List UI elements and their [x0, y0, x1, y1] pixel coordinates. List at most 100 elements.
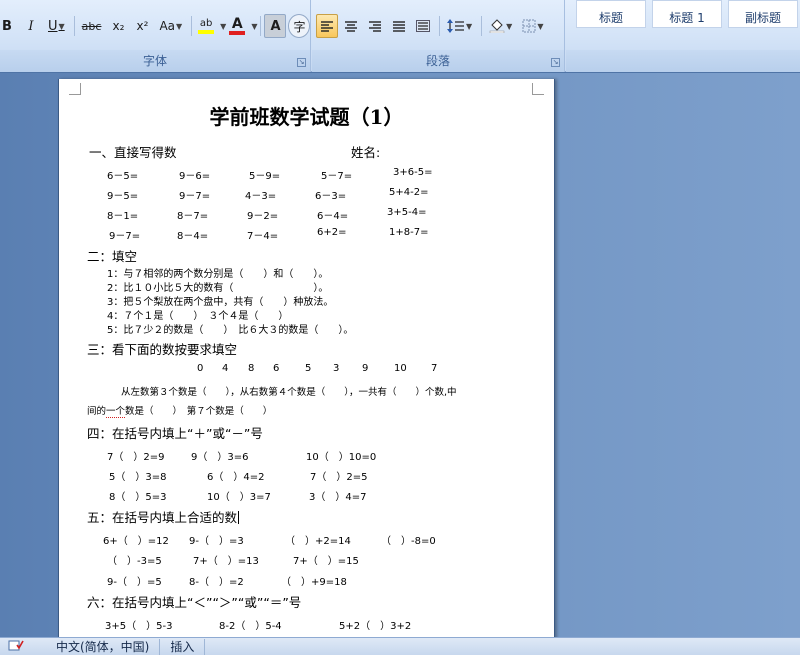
document-page[interactable]: 学前班数学试题（1） 一、直接写得数 姓名: 6－5= 9－6= 5－9= 5－…	[58, 79, 555, 639]
strikethrough-button[interactable]: abc	[78, 14, 106, 38]
fill-line: 3：把５个梨放在两个盘中，共有（ ）种放法。	[107, 297, 334, 308]
font-color-icon: A	[231, 16, 243, 32]
font-color-button[interactable]: A	[226, 14, 248, 38]
style-title[interactable]: 标题	[576, 0, 646, 28]
shading-button[interactable]: ▼	[485, 14, 516, 38]
number-item: 8	[248, 363, 255, 374]
distribute-icon	[416, 20, 430, 32]
chevron-down-icon: ▼	[58, 21, 65, 31]
calc-item: 9－6=	[179, 171, 211, 182]
sign-item: 8（ ）5=3	[109, 492, 167, 503]
chevron-down-icon: ▼	[466, 21, 473, 31]
fill-line: 5：比７少２的数是（ ） 比６大３的数是（ ）。	[107, 325, 354, 336]
blank-item: （ ）-3=5	[107, 556, 162, 567]
blank-item: 6+（ ）=12	[103, 536, 169, 547]
superscript-button[interactable]: x²	[131, 14, 153, 38]
calc-item: 9－7=	[179, 191, 211, 202]
blank-item: （ ）+9=18	[281, 577, 347, 588]
font-toolbar: B I U ▼ abc x₂ x² Aa ▼ ab ▼ A ▼ A 字	[0, 13, 312, 39]
dialog-launcher-icon[interactable]: ↘	[297, 58, 306, 67]
styles-group-label	[566, 50, 800, 72]
section5-heading: 五：在括号内填上合适的数	[87, 507, 240, 526]
number-item: 7	[431, 363, 438, 374]
count-question-line: 间的一个数是（ ） 第７个数是（ ）	[87, 403, 272, 418]
dialog-launcher-icon[interactable]: ↘	[551, 58, 560, 67]
proofing-icon[interactable]	[0, 639, 28, 655]
justify-icon	[393, 21, 405, 32]
chevron-down-icon: ▼	[176, 21, 183, 31]
sign-item: 6（ ）4=2	[207, 472, 265, 483]
compare-item: 8-2（ ）5-4	[219, 621, 282, 632]
line-spacing-button[interactable]: ▼	[443, 14, 476, 38]
calc-item: 5－9=	[249, 171, 281, 182]
section1-heading: 一、直接写得数	[89, 145, 177, 160]
borders-button[interactable]: ▼	[518, 14, 547, 38]
paragraph-group-label: 段落	[312, 50, 564, 72]
number-item: 6	[273, 363, 280, 374]
underline-button[interactable]: U ▼	[44, 14, 69, 38]
margin-corner-mark	[69, 83, 81, 95]
blank-item: 7+（ ）=15	[293, 556, 359, 567]
insert-mode-status[interactable]: 插入	[160, 638, 206, 655]
calc-item: 6－3=	[315, 191, 347, 202]
fill-line: 4：７个１是（ ） ３个４是（ ）	[107, 311, 289, 322]
style-subtitle[interactable]: 副标题	[728, 0, 798, 28]
blank-item: 7+（ ）=13	[193, 556, 259, 567]
text-cursor	[238, 511, 240, 524]
align-right-button[interactable]	[364, 14, 386, 38]
number-item: 10	[394, 363, 407, 374]
calc-item: 3+5-4=	[387, 207, 427, 218]
character-shading-button[interactable]: A	[264, 14, 287, 38]
margin-corner-mark	[532, 83, 544, 95]
blank-item: （ ）+2=14	[285, 536, 351, 547]
highlight-color-swatch	[198, 30, 215, 34]
sign-item: 10（ ）10=0	[306, 452, 377, 463]
change-case-button[interactable]: Aa ▼	[155, 14, 186, 38]
spelling-squiggle: 一个	[106, 406, 126, 418]
sign-item: 5（ ）3=8	[109, 472, 167, 483]
change-case-label: Aa	[159, 19, 176, 33]
compare-item: 3+5（ ）5-3	[105, 621, 173, 632]
calc-item: 8－4=	[177, 231, 209, 242]
italic-button[interactable]: I	[20, 14, 42, 38]
blank-item: （ ）-8=0	[381, 536, 436, 547]
chevron-down-icon: ▼	[506, 21, 513, 31]
sign-item: 10（ ）3=7	[207, 492, 271, 503]
fill-line: 2：比１０小比５大的数有（ ）。	[107, 283, 329, 294]
calc-item: 4－3=	[245, 191, 277, 202]
enclose-characters-button[interactable]: 字	[288, 14, 311, 38]
divider	[481, 16, 483, 36]
underline-label: U	[48, 18, 58, 34]
compare-item: 5+2（ ）3+2	[339, 621, 412, 632]
align-left-icon	[321, 21, 333, 32]
font-color-swatch	[229, 31, 246, 35]
font-group: B I U ▼ abc x₂ x² Aa ▼ ab ▼ A ▼ A 字 字体 ↘	[0, 0, 311, 72]
section2-heading: 二：填空	[87, 249, 138, 264]
style-heading-1[interactable]: 标题 1	[652, 0, 722, 28]
number-item: 3	[333, 363, 340, 374]
bold-button[interactable]: B	[0, 14, 18, 38]
subscript-button[interactable]: x₂	[107, 14, 129, 38]
language-status[interactable]: 中文(简体，中国)	[46, 638, 161, 655]
distribute-button[interactable]	[412, 14, 434, 38]
calc-item: 6－5=	[107, 171, 139, 182]
paragraph-group: ▼ ▼ ▼ 段落 ↘	[312, 0, 565, 72]
number-item: 9	[362, 363, 369, 374]
calc-item: 5+4-2=	[389, 187, 429, 198]
line-text: 间的	[87, 406, 107, 417]
sign-item: 9（ ）3=6	[191, 452, 249, 463]
align-left-button[interactable]	[316, 14, 338, 38]
highlight-color-button[interactable]: ab	[195, 14, 217, 38]
line-spacing-icon	[447, 19, 464, 33]
calc-item: 8－7=	[177, 211, 209, 222]
chevron-down-icon[interactable]: ▼	[251, 22, 257, 31]
calc-item: 1+8-7=	[389, 227, 429, 238]
blank-item: 8-（ ）=2	[189, 577, 244, 588]
divider	[260, 16, 262, 36]
justify-button[interactable]	[388, 14, 410, 38]
page-title: 学前班数学试题（1）	[209, 105, 404, 129]
ribbon: B I U ▼ abc x₂ x² Aa ▼ ab ▼ A ▼ A 字 字体 ↘…	[0, 0, 800, 72]
align-center-button[interactable]	[340, 14, 362, 38]
calc-item: 9－2=	[247, 211, 279, 222]
chevron-down-icon: ▼	[537, 21, 544, 31]
